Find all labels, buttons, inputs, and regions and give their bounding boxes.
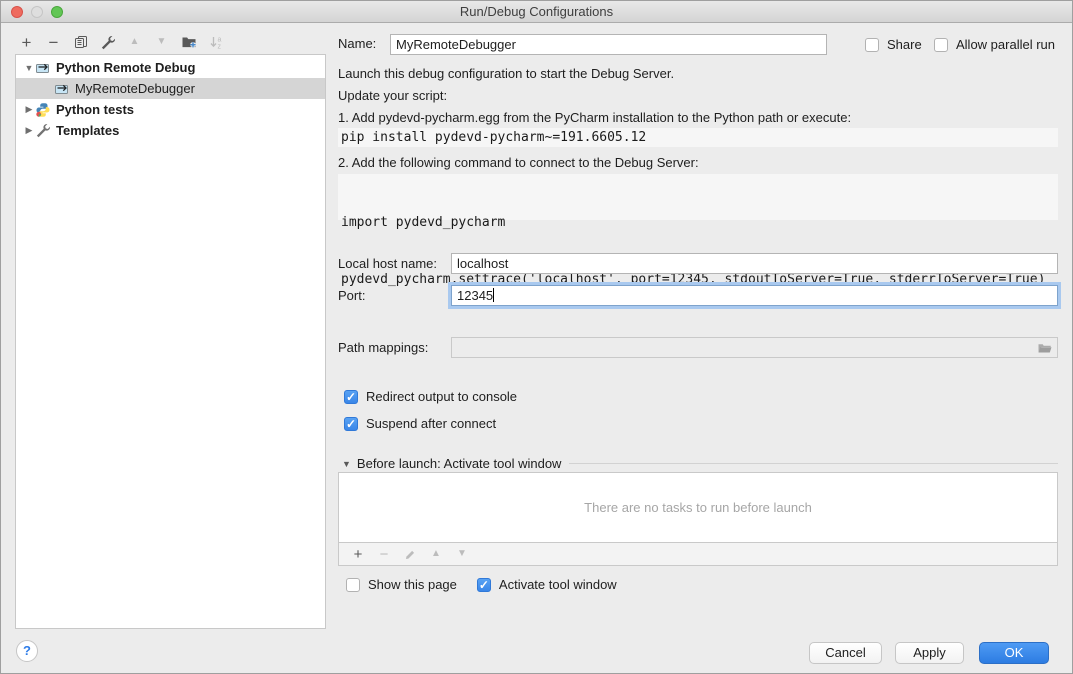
wrench-icon [100, 35, 115, 50]
chevron-right-icon[interactable]: ▶ [23, 104, 35, 115]
svg-text:a: a [217, 37, 221, 44]
before-launch-title: Before launch: Activate tool window [357, 456, 562, 471]
port-value: 12345 [457, 288, 493, 303]
chevron-down-icon[interactable]: ▼ [23, 63, 35, 73]
tree-item-label: Python Remote Debug [56, 60, 195, 75]
bottom-options-row: Show this page Activate tool window [346, 577, 617, 592]
configurations-toolbar: + − ▲ ▼ az [13, 30, 229, 54]
add-configuration-button[interactable]: + [13, 31, 40, 53]
name-label: Name: [338, 33, 376, 54]
local-host-name-input[interactable] [451, 253, 1058, 274]
python-tests-icon [35, 102, 51, 118]
move-down-icon: ▼ [457, 549, 467, 559]
edit-defaults-button[interactable] [94, 31, 121, 53]
share-label: Share [887, 37, 922, 52]
suspend-after-connect-label: Suspend after connect [366, 416, 496, 431]
redirect-output-checkbox[interactable] [344, 390, 358, 404]
sort-alphabetically-button: az [202, 31, 229, 53]
add-task-button[interactable]: + [345, 544, 371, 564]
copy-configuration-button[interactable] [67, 31, 94, 53]
edit-task-button [397, 544, 423, 564]
allow-parallel-option: Allow parallel run [934, 37, 1055, 52]
port-input[interactable]: 12345 [451, 285, 1058, 306]
local-host-name-label: Local host name: [338, 253, 437, 274]
tree-item-python-tests[interactable]: ▶ Python tests [16, 99, 325, 120]
name-input[interactable] [390, 34, 827, 55]
show-this-page-checkbox[interactable] [346, 578, 360, 592]
before-launch-section-header[interactable]: ▼ Before launch: Activate tool window [342, 456, 1058, 471]
pencil-icon [404, 548, 417, 561]
redirect-output-option: Redirect output to console [344, 389, 517, 404]
tree-item-label: Python tests [56, 102, 134, 117]
share-option: Share [865, 37, 922, 52]
path-mappings-label: Path mappings: [338, 337, 428, 358]
cancel-button[interactable]: Cancel [809, 642, 882, 664]
move-up-button: ▲ [121, 31, 148, 53]
move-task-up-button: ▲ [423, 544, 449, 564]
move-up-icon: ▲ [431, 549, 441, 559]
port-label: Port: [338, 285, 365, 306]
move-down-button: ▼ [148, 31, 175, 53]
suspend-after-connect-option: Suspend after connect [344, 416, 496, 431]
allow-parallel-run-label: Allow parallel run [956, 37, 1055, 52]
remove-task-button: − [371, 544, 397, 564]
svg-text:z: z [217, 44, 221, 51]
run-configuration-icon [35, 60, 51, 76]
remove-configuration-button[interactable]: − [40, 31, 67, 53]
tree-item-label: Templates [56, 123, 119, 138]
apply-button[interactable]: Apply [895, 642, 964, 664]
templates-wrench-icon [35, 123, 51, 139]
settrace-code-block: import pydevd_pycharm pydevd_pycharm.set… [338, 174, 1058, 220]
title-bar: Run/Debug Configurations [1, 1, 1072, 23]
allow-parallel-run-checkbox[interactable] [934, 38, 948, 52]
step-2-text: 2. Add the following command to connect … [338, 155, 699, 170]
ok-button[interactable]: OK [979, 642, 1049, 664]
move-task-down-button: ▼ [449, 544, 475, 564]
activate-tool-window-label: Activate tool window [499, 577, 617, 592]
settrace-code-line-1: import pydevd_pycharm [341, 213, 1058, 232]
activate-tool-window-checkbox[interactable] [477, 578, 491, 592]
chevron-right-icon[interactable]: ▶ [23, 125, 35, 136]
text-caret [493, 288, 494, 302]
before-launch-task-list[interactable]: There are no tasks to run before launch [338, 472, 1058, 543]
before-launch-toolbar: + − ▲ ▼ [338, 543, 1058, 566]
new-folder-icon [181, 34, 197, 50]
collapse-triangle-icon[interactable]: ▼ [342, 459, 351, 469]
tree-item-label: MyRemoteDebugger [75, 81, 195, 96]
tree-item-myremotedebugger[interactable]: MyRemoteDebugger [16, 78, 325, 99]
suspend-after-connect-checkbox[interactable] [344, 417, 358, 431]
run-debug-configurations-dialog: Run/Debug Configurations + − ▲ ▼ az [0, 0, 1073, 674]
run-configuration-icon [54, 81, 70, 97]
new-folder-button[interactable] [175, 31, 202, 53]
description-line-2: Update your script: [338, 88, 447, 103]
copy-icon [74, 35, 88, 49]
no-tasks-text: There are no tasks to run before launch [584, 500, 812, 515]
share-checkbox[interactable] [865, 38, 879, 52]
sort-alphabetically-icon: az [208, 34, 224, 50]
redirect-output-label: Redirect output to console [366, 389, 517, 404]
move-up-icon: ▲ [130, 37, 140, 47]
browse-folder-icon[interactable] [1037, 340, 1053, 356]
window-title: Run/Debug Configurations [1, 1, 1072, 23]
tree-item-templates[interactable]: ▶ Templates [16, 120, 325, 141]
step-1-text: 1. Add pydevd-pycharm.egg from the PyCha… [338, 110, 851, 125]
description-line-1: Launch this debug configuration to start… [338, 66, 674, 81]
help-button[interactable]: ? [16, 640, 38, 662]
path-mappings-input[interactable] [451, 337, 1058, 358]
tree-item-python-remote-debug[interactable]: ▼ Python Remote Debug [16, 57, 325, 78]
move-down-icon: ▼ [157, 37, 167, 47]
section-divider [569, 463, 1058, 464]
configurations-tree: ▼ Python Remote Debug MyRemoteDebugger ▶ [15, 54, 326, 629]
pip-install-code: pip install pydevd-pycharm~=191.6605.12 [338, 128, 1058, 147]
show-this-page-label: Show this page [368, 577, 457, 592]
